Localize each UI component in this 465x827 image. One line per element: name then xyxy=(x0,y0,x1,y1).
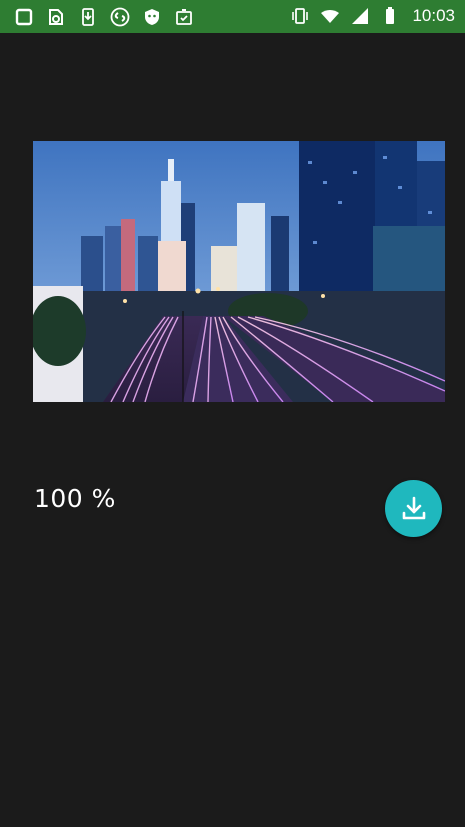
square-notification-icon xyxy=(15,8,33,26)
status-time: 10:03 xyxy=(412,6,455,25)
download-notification-icon xyxy=(82,8,94,26)
notification-icons xyxy=(14,7,194,27)
battery-icon xyxy=(386,7,395,24)
shield-app-icon xyxy=(145,9,159,25)
clipboard-check-icon xyxy=(176,9,192,25)
download-icon xyxy=(402,496,425,519)
shazam-icon xyxy=(110,7,130,27)
main-content: 100 % xyxy=(0,33,465,827)
wifi-icon xyxy=(321,10,340,23)
city-night-photo[interactable] xyxy=(33,141,445,402)
download-button[interactable] xyxy=(385,480,442,537)
status-bar: 10:03 xyxy=(0,0,465,33)
sync-app-icon xyxy=(49,9,63,25)
system-icons: 10:03 xyxy=(290,6,455,26)
photo-illustration xyxy=(33,141,445,402)
progress-label: 100 % xyxy=(34,484,116,513)
vibrate-icon xyxy=(292,8,309,24)
cellular-signal-icon xyxy=(352,8,369,24)
